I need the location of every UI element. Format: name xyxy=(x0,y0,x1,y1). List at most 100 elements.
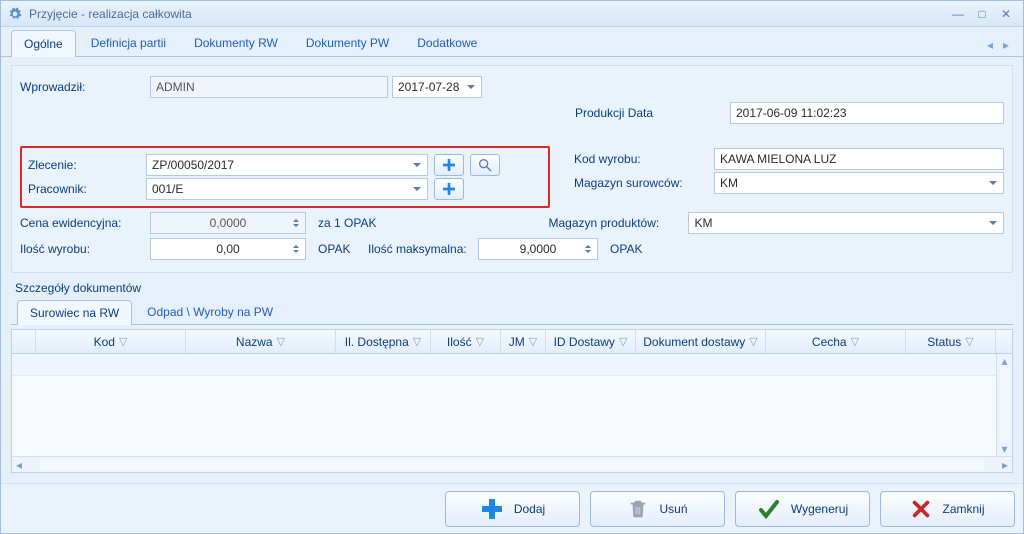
pracownik-label: Pracownik: xyxy=(28,182,146,196)
row-cena: Cena ewidencyjna: 0,0000 za 1 OPAK Magaz… xyxy=(20,212,1004,234)
row-produkcji: Produkcji Data 2017-06-09 11:02:23 xyxy=(20,102,1004,124)
kod-wyrobu-field[interactable]: KAWA MIELONA LUZ xyxy=(714,148,1004,170)
cena-unit: za 1 OPAK xyxy=(318,216,376,230)
details-grid: Kod▽ Nazwa▽ Il. Dostępna▽ Ilość▽ JM▽ ID … xyxy=(11,329,1013,473)
tab-dokumenty-pw[interactable]: Dokumenty PW xyxy=(293,29,402,56)
tab-prev-icon[interactable]: ◂ xyxy=(983,34,997,56)
ilosc-wyrobu-label: Ilość wyrobu: xyxy=(20,242,150,256)
dodaj-label: Dodaj xyxy=(514,502,545,516)
row-ilosc: Ilość wyrobu: 0,00 OPAK Ilość maksymalna… xyxy=(20,238,1004,260)
ilosc-max-label: Ilość maksymalna: xyxy=(368,242,478,256)
cena-field: 0,0000 xyxy=(150,212,306,234)
tab-body: Wprowadził: ADMIN 2017-07-28 Produkcji D… xyxy=(1,57,1023,483)
highlight-box: Zlecenie: ZP/00050/2017 Pracownik: 001/E xyxy=(20,146,550,208)
main-tabstrip: Ogólne Definicja partii Dokumenty RW Dok… xyxy=(1,27,1023,57)
wygeneruj-button[interactable]: Wygeneruj xyxy=(735,491,870,527)
filter-icon[interactable]: ▽ xyxy=(277,335,285,348)
scroll-right-icon[interactable]: ▸ xyxy=(998,458,1012,472)
filter-icon[interactable]: ▽ xyxy=(413,335,421,348)
col-selector[interactable] xyxy=(12,330,36,353)
table-row[interactable] xyxy=(12,354,1012,376)
window-title: Przyjęcie - realizacja całkowita xyxy=(29,7,192,21)
minimize-button[interactable]: — xyxy=(947,5,969,23)
ilosc-max-unit: OPAK xyxy=(610,242,642,256)
row-zlecenie-block: Zlecenie: ZP/00050/2017 Pracownik: 001/E xyxy=(20,146,1004,208)
grid-header: Kod▽ Nazwa▽ Il. Dostępna▽ Ilość▽ JM▽ ID … xyxy=(12,330,1012,354)
details-section-label: Szczegóły dokumentów xyxy=(15,281,1013,295)
wygeneruj-label: Wygeneruj xyxy=(791,502,848,516)
zlecenie-add-button[interactable] xyxy=(434,154,464,176)
scroll-down-icon[interactable]: ▾ xyxy=(1001,442,1007,456)
col-cecha[interactable]: Cecha▽ xyxy=(766,330,906,353)
zamknij-button[interactable]: Zamknij xyxy=(880,491,1015,527)
scroll-up-icon[interactable]: ▴ xyxy=(1001,354,1007,368)
tab-nav: ◂ ▸ xyxy=(983,34,1013,56)
ilosc-wyrobu-field[interactable]: 0,00 xyxy=(150,238,306,260)
produkcji-field[interactable]: 2017-06-09 11:02:23 xyxy=(730,102,1004,124)
wprowadzil-label: Wprowadził: xyxy=(20,80,150,94)
tab-next-icon[interactable]: ▸ xyxy=(999,34,1013,56)
wprowadzil-date-combo[interactable]: 2017-07-28 xyxy=(392,76,482,98)
wprowadzil-field: ADMIN xyxy=(150,76,388,98)
details-subtabs: Surowiec na RW Odpad \ Wyroby na PW xyxy=(11,299,1013,325)
tab-dodatkowe[interactable]: Dodatkowe xyxy=(404,29,490,56)
pracownik-add-button[interactable] xyxy=(434,178,464,200)
gear-icon xyxy=(7,6,23,22)
subtab-surowiec-rw[interactable]: Surowiec na RW xyxy=(17,300,132,325)
app-window: Przyjęcie - realizacja całkowita — □ ✕ O… xyxy=(0,0,1024,534)
zlecenie-search-button[interactable] xyxy=(470,154,500,176)
filter-icon[interactable]: ▽ xyxy=(965,335,973,348)
ilosc-max-field[interactable]: 9,0000 xyxy=(478,238,598,260)
zlecenie-value: ZP/00050/2017 xyxy=(152,158,234,172)
col-dokument-dostawy[interactable]: Dokument dostawy▽ xyxy=(636,330,766,353)
col-status[interactable]: Status▽ xyxy=(906,330,996,353)
magazyn-surowcow-combo[interactable]: KM xyxy=(714,172,1004,194)
titlebar: Przyjęcie - realizacja całkowita — □ ✕ xyxy=(1,1,1023,27)
filter-icon[interactable]: ▽ xyxy=(529,335,537,348)
form-panel: Wprowadził: ADMIN 2017-07-28 Produkcji D… xyxy=(11,65,1013,273)
col-scroll-spacer xyxy=(996,330,1012,353)
col-nazwa[interactable]: Nazwa▽ xyxy=(186,330,336,353)
magazyn-surowcow-label: Magazyn surowców: xyxy=(574,176,714,190)
ilosc-wyrobu-unit: OPAK xyxy=(318,242,368,256)
cena-value: 0,0000 xyxy=(210,216,247,230)
close-window-button[interactable]: ✕ xyxy=(995,5,1017,23)
col-kod[interactable]: Kod▽ xyxy=(36,330,186,353)
produkcji-label: Produkcji Data xyxy=(575,106,730,120)
dodaj-button[interactable]: Dodaj xyxy=(445,491,580,527)
ilosc-wyrobu-value: 0,00 xyxy=(216,242,239,256)
filter-icon[interactable]: ▽ xyxy=(476,335,484,348)
col-il-dostepna[interactable]: Il. Dostępna▽ xyxy=(336,330,431,353)
usun-label: Usuń xyxy=(659,502,687,516)
pracownik-value: 001/E xyxy=(152,182,183,196)
filter-icon[interactable]: ▽ xyxy=(851,335,859,348)
grid-body[interactable] xyxy=(12,354,1012,456)
tab-dokumenty-rw[interactable]: Dokumenty RW xyxy=(181,29,291,56)
scroll-left-icon[interactable]: ◂ xyxy=(12,458,26,472)
pracownik-combo[interactable]: 001/E xyxy=(146,178,428,200)
filter-icon[interactable]: ▽ xyxy=(119,335,127,348)
zlecenie-label: Zlecenie: xyxy=(28,158,146,172)
magazyn-surowcow-value: KM xyxy=(720,176,738,190)
col-id-dostawy[interactable]: ID Dostawy▽ xyxy=(546,330,636,353)
horizontal-scrollbar[interactable]: ◂ ▸ xyxy=(12,456,1012,472)
right-column: Kod wyrobu: KAWA MIELONA LUZ Magazyn sur… xyxy=(574,146,1004,196)
col-ilosc[interactable]: Ilość▽ xyxy=(431,330,501,353)
maximize-button[interactable]: □ xyxy=(971,5,993,23)
magazyn-produktow-combo[interactable]: KM xyxy=(688,212,1004,234)
zamknij-label: Zamknij xyxy=(942,502,984,516)
footer: Dodaj Usuń Wygeneruj Zamknij xyxy=(1,483,1023,533)
filter-icon[interactable]: ▽ xyxy=(619,335,627,348)
kod-wyrobu-label: Kod wyrobu: xyxy=(574,152,714,166)
cena-label: Cena ewidencyjna: xyxy=(20,216,150,230)
wprowadzil-date-value: 2017-07-28 xyxy=(398,80,459,94)
col-jm[interactable]: JM▽ xyxy=(501,330,546,353)
usun-button[interactable]: Usuń xyxy=(590,491,725,527)
tab-ogolne[interactable]: Ogólne xyxy=(11,30,76,57)
zlecenie-combo[interactable]: ZP/00050/2017 xyxy=(146,154,428,176)
vertical-scrollbar[interactable]: ▴ ▾ xyxy=(996,354,1012,456)
tab-definicja-partii[interactable]: Definicja partii xyxy=(78,29,179,56)
row-wprowadzil: Wprowadził: ADMIN 2017-07-28 xyxy=(20,76,1004,98)
filter-icon[interactable]: ▽ xyxy=(749,335,757,348)
subtab-odpad-pw[interactable]: Odpad \ Wyroby na PW xyxy=(134,299,286,324)
